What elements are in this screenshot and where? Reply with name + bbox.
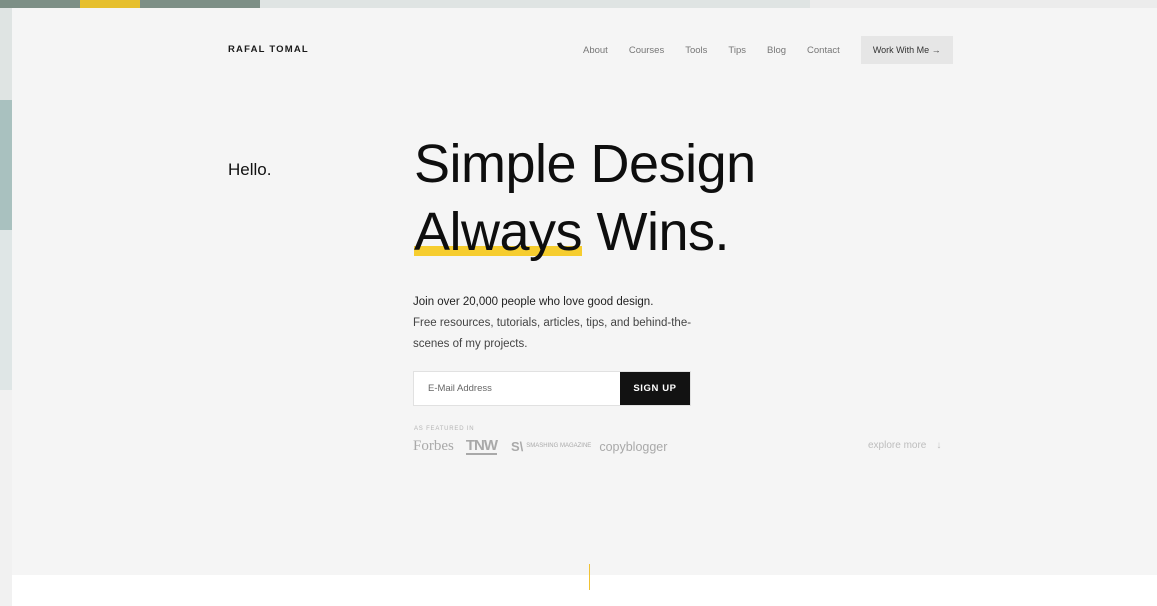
- featured-logos: Forbes TNW S\ SMASHING MAGAZINE copyblog…: [413, 438, 667, 455]
- background-photo: [0, 390, 12, 606]
- sign-up-button[interactable]: SIGN UP: [620, 372, 690, 405]
- next-section: [12, 575, 1157, 606]
- headline-line-2: Always Wins.: [414, 198, 756, 266]
- highlighted-word: Always: [414, 198, 583, 266]
- website-screenshot: RAFAL TOMAL About Courses Tools Tips Blo…: [12, 8, 1157, 606]
- scroll-indicator: [589, 564, 590, 590]
- headline-rest: Wins.: [582, 202, 730, 262]
- explore-more-link[interactable]: explore more ↓: [868, 440, 941, 451]
- background-photo: [0, 230, 12, 390]
- site-header: RAFAL TOMAL About Courses Tools Tips Blo…: [12, 8, 1157, 92]
- signup-form: SIGN UP: [413, 371, 691, 406]
- lead-sub: Free resources, tutorials, articles, tip…: [413, 317, 692, 350]
- background-photo: [810, 0, 1157, 8]
- site-logo[interactable]: RAFAL TOMAL: [228, 44, 309, 55]
- lead-strong: Join over 20,000 people who love good de…: [413, 296, 654, 308]
- hero-lead: Join over 20,000 people who love good de…: [413, 292, 703, 355]
- headline-line-1: Simple Design: [414, 134, 756, 194]
- hero-headline: Simple Design Always Wins.: [414, 130, 756, 266]
- tnw-logo: TNW: [465, 436, 498, 455]
- smashing-text: SMASHING MAGAZINE: [526, 443, 592, 449]
- featured-label: AS FEATURED IN: [414, 426, 475, 432]
- nav-link-about[interactable]: About: [583, 45, 608, 56]
- explore-more-label: explore more: [868, 440, 927, 451]
- background-photo: [80, 0, 140, 8]
- nav-link-courses[interactable]: Courses: [629, 45, 664, 56]
- nav-link-tools[interactable]: Tools: [685, 45, 707, 56]
- down-arrow-icon: ↓: [936, 440, 942, 451]
- work-with-me-button[interactable]: Work With Me →: [860, 36, 953, 64]
- nav-link-tips[interactable]: Tips: [728, 45, 746, 56]
- greeting-text: Hello.: [228, 160, 272, 179]
- background-photo: [0, 100, 12, 230]
- nav-link-contact[interactable]: Contact: [807, 45, 840, 56]
- smashing-mark: S\: [511, 439, 524, 454]
- copyblogger-logo: copyblogger: [599, 439, 668, 454]
- smashing-magazine-logo: S\ SMASHING MAGAZINE: [511, 439, 591, 454]
- forbes-logo: Forbes: [413, 438, 454, 454]
- main-nav: About Courses Tools Tips Blog Contact Wo…: [583, 36, 953, 64]
- nav-link-blog[interactable]: Blog: [767, 45, 786, 56]
- email-field[interactable]: [414, 372, 620, 405]
